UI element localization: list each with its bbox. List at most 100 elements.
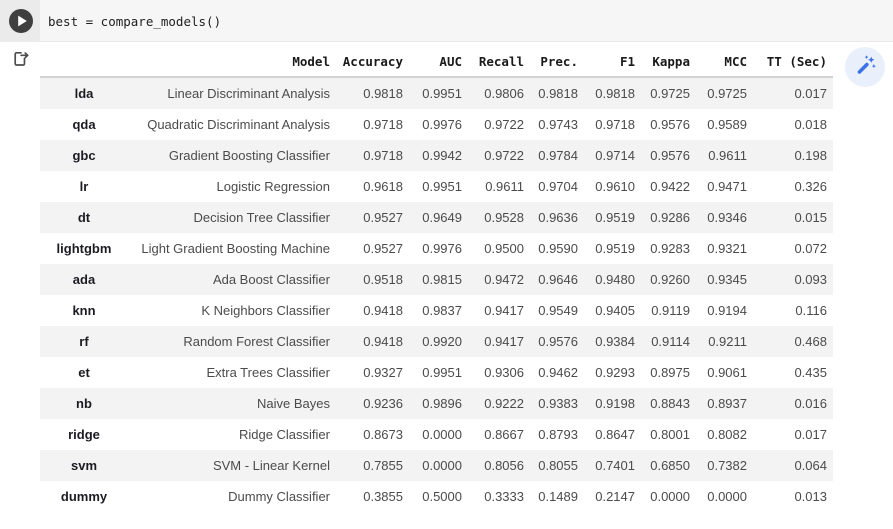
- model-name-cell: Extra Trees Classifier: [128, 357, 330, 388]
- metric-cell: 0.9920: [403, 326, 462, 357]
- row-index-label: ridge: [40, 419, 128, 450]
- metric-cell: 0.198: [747, 140, 833, 171]
- metric-cell: 0.9718: [330, 109, 403, 140]
- metric-cell: 0.9636: [524, 202, 578, 233]
- model-name-cell: Light Gradient Boosting Machine: [128, 233, 330, 264]
- row-index-label: gbc: [40, 140, 128, 171]
- metric-cell: 0.9519: [578, 233, 635, 264]
- compare-models-table: ModelAccuracyAUCRecallPrec.F1KappaMCCTT …: [40, 46, 833, 512]
- row-index-label: lightgbm: [40, 233, 128, 264]
- metric-cell: 0.9611: [462, 171, 524, 202]
- row-index-label: svm: [40, 450, 128, 481]
- metric-cell: 0.3855: [330, 481, 403, 512]
- model-name-cell: Gradient Boosting Classifier: [128, 140, 330, 171]
- column-header: F1: [578, 46, 635, 77]
- metric-cell: 0.9417: [462, 295, 524, 326]
- metric-cell: 0.9527: [330, 202, 403, 233]
- row-index-label: lda: [40, 77, 128, 109]
- table-row: qdaQuadratic Discriminant Analysis0.9718…: [40, 109, 833, 140]
- metric-cell: 0.9260: [635, 264, 690, 295]
- metric-cell: 0.5000: [403, 481, 462, 512]
- metric-cell: 0.017: [747, 419, 833, 450]
- model-name-cell: Ada Boost Classifier: [128, 264, 330, 295]
- metric-cell: 0.9818: [524, 77, 578, 109]
- column-header: Accuracy: [330, 46, 403, 77]
- metric-cell: 0.9286: [635, 202, 690, 233]
- metric-cell: 0.9725: [635, 77, 690, 109]
- metric-cell: 0.326: [747, 171, 833, 202]
- ai-assistant-button[interactable]: [845, 47, 885, 87]
- metric-cell: 0.9649: [403, 202, 462, 233]
- metric-cell: 0.468: [747, 326, 833, 357]
- metric-cell: 0.9518: [330, 264, 403, 295]
- metric-cell: 0.1489: [524, 481, 578, 512]
- row-index-label: qda: [40, 109, 128, 140]
- model-name-cell: Quadratic Discriminant Analysis: [128, 109, 330, 140]
- code-editor-line[interactable]: best = compare_models(): [48, 0, 221, 42]
- metric-cell: 0.9806: [462, 77, 524, 109]
- metric-cell: 0.072: [747, 233, 833, 264]
- run-cell-button[interactable]: [8, 8, 34, 34]
- metric-cell: 0.9718: [330, 140, 403, 171]
- metric-cell: 0.9119: [635, 295, 690, 326]
- metric-cell: 0.9519: [578, 202, 635, 233]
- play-icon: [8, 22, 34, 37]
- table-row: svmSVM - Linear Kernel0.78550.00000.8056…: [40, 450, 833, 481]
- metric-cell: 0.9951: [403, 77, 462, 109]
- metric-cell: 0.8082: [690, 419, 747, 450]
- metric-cell: 0.093: [747, 264, 833, 295]
- model-name-cell: Dummy Classifier: [128, 481, 330, 512]
- metric-cell: 0.015: [747, 202, 833, 233]
- metric-cell: 0.9611: [690, 140, 747, 171]
- metric-cell: 0.116: [747, 295, 833, 326]
- metric-cell: 0.2147: [578, 481, 635, 512]
- metric-cell: 0.435: [747, 357, 833, 388]
- model-name-cell: K Neighbors Classifier: [128, 295, 330, 326]
- cell-output-icon: [11, 49, 31, 69]
- metric-cell: 0.018: [747, 109, 833, 140]
- metric-cell: 0.9837: [403, 295, 462, 326]
- metric-cell: 0.9576: [635, 109, 690, 140]
- model-name-cell: Logistic Regression: [128, 171, 330, 202]
- metric-cell: 0.8843: [635, 388, 690, 419]
- table-row: gbcGradient Boosting Classifier0.9718 0.9…: [40, 140, 833, 171]
- metric-cell: 0.9222: [462, 388, 524, 419]
- metric-cell: 0.9327: [330, 357, 403, 388]
- metric-cell: 0.9417: [462, 326, 524, 357]
- metric-cell: 0.6850: [635, 450, 690, 481]
- metric-cell: 0.9976: [403, 233, 462, 264]
- code-cell: best = compare_models(): [0, 0, 893, 42]
- metric-cell: 0.9784: [524, 140, 578, 171]
- metric-cell: 0.9500: [462, 233, 524, 264]
- metric-cell: 0.9194: [690, 295, 747, 326]
- metric-cell: 0.064: [747, 450, 833, 481]
- metric-cell: 0.9472: [462, 264, 524, 295]
- metric-cell: 0.9722: [462, 140, 524, 171]
- table-row: rfRandom Forest Classifier0.94180.99200.…: [40, 326, 833, 357]
- metric-cell: 0.9236: [330, 388, 403, 419]
- model-name-cell: Linear Discriminant Analysis: [128, 77, 330, 109]
- code-text: best = compare_models(): [48, 14, 221, 29]
- metric-cell: 0.8937: [690, 388, 747, 419]
- metric-cell: 0.013: [747, 481, 833, 512]
- column-header: TT (Sec): [747, 46, 833, 77]
- metric-cell: 0.9576: [635, 140, 690, 171]
- metric-cell: 0.9405: [578, 295, 635, 326]
- table-row: ldaLinear Discriminant Analysis0.98180.9…: [40, 77, 833, 109]
- metric-cell: 0.9528: [462, 202, 524, 233]
- metric-cell: 0.9704: [524, 171, 578, 202]
- index-column-header: [40, 46, 128, 77]
- metric-cell: 0.9818: [578, 77, 635, 109]
- metric-cell: 0.9114: [635, 326, 690, 357]
- column-header: Model: [128, 46, 330, 77]
- metric-cell: 0.9418: [330, 326, 403, 357]
- metric-cell: 0.9198: [578, 388, 635, 419]
- column-header: AUC: [403, 46, 462, 77]
- metric-cell: 0.9306: [462, 357, 524, 388]
- metric-cell: 0.8001: [635, 419, 690, 450]
- model-name-cell: Ridge Classifier: [128, 419, 330, 450]
- metric-cell: 0.9480: [578, 264, 635, 295]
- metric-cell: 0.9321: [690, 233, 747, 264]
- metric-cell: 0.9346: [690, 202, 747, 233]
- metric-cell: 0.9549: [524, 295, 578, 326]
